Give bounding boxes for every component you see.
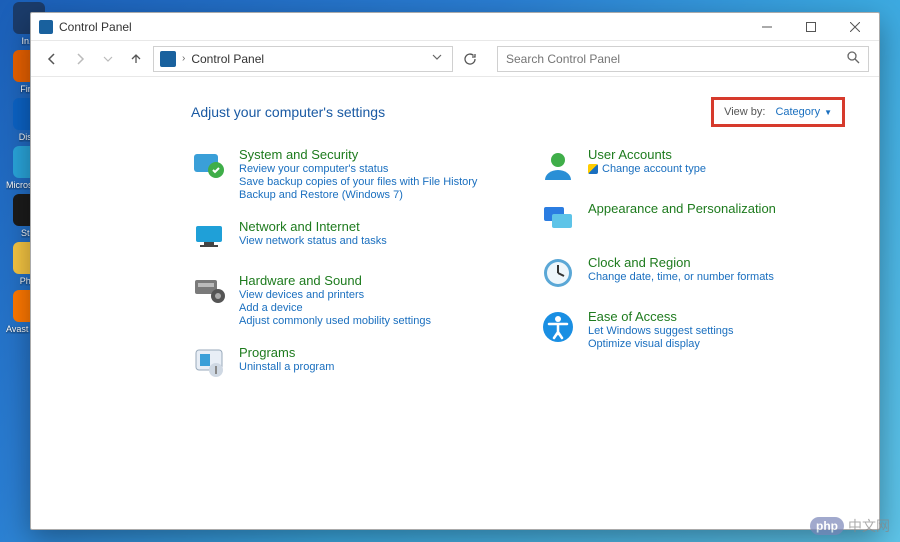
category-sublink[interactable]: Save backup copies of your files with Fi… xyxy=(239,176,477,188)
close-button[interactable] xyxy=(833,13,877,41)
php-logo-icon: php xyxy=(810,517,844,535)
category-sublink[interactable]: View network status and tasks xyxy=(239,235,387,247)
forward-button[interactable] xyxy=(69,48,91,70)
category-sublink[interactable]: Uninstall a program xyxy=(239,361,334,373)
view-by-label: View by: xyxy=(724,106,765,118)
category-link[interactable]: Appearance and Personalization xyxy=(588,201,776,216)
category-texts: Clock and Region Change date, time, or n… xyxy=(588,255,774,283)
watermark: php 中文网 xyxy=(810,516,890,536)
user-accounts-icon xyxy=(540,147,576,183)
address-bar-icon xyxy=(160,51,176,67)
search-icon[interactable] xyxy=(846,50,860,67)
control-panel-icon xyxy=(39,20,53,34)
page-title: Adjust your computer's settings xyxy=(191,104,385,120)
category-link[interactable]: Programs xyxy=(239,345,334,360)
network-internet-icon xyxy=(191,219,227,255)
categories-left: System and Security Review your computer… xyxy=(191,147,500,381)
category-sublink[interactable]: Review your computer's status xyxy=(239,163,477,175)
category-sublink[interactable]: Backup and Restore (Windows 7) xyxy=(239,189,477,201)
shield-icon xyxy=(588,164,598,174)
categories-right: User Accounts Change account type Appear… xyxy=(540,147,849,381)
view-by-value: Category xyxy=(775,106,820,118)
category-sublink[interactable]: Let Windows suggest settings xyxy=(588,325,734,337)
recent-locations-button[interactable] xyxy=(97,48,119,70)
category-link[interactable]: User Accounts xyxy=(588,147,706,162)
appearance-icon xyxy=(540,201,576,237)
window-title: Control Panel xyxy=(59,20,132,34)
category-sublink[interactable]: Optimize visual display xyxy=(588,338,734,350)
address-history-button[interactable] xyxy=(428,52,446,65)
category-link[interactable]: Clock and Region xyxy=(588,255,774,270)
category-texts: Appearance and Personalization xyxy=(588,201,776,216)
category-sublink[interactable]: Change account type xyxy=(588,163,706,175)
category: Clock and Region Change date, time, or n… xyxy=(540,255,849,291)
programs-icon xyxy=(191,345,227,381)
ease-access-icon xyxy=(540,309,576,345)
up-button[interactable] xyxy=(125,48,147,70)
category-link[interactable]: Network and Internet xyxy=(239,219,387,234)
category: Network and Internet View network status… xyxy=(191,219,500,255)
category-texts: Ease of Access Let Windows suggest setti… xyxy=(588,309,734,350)
chevron-down-icon: ▼ xyxy=(824,108,832,117)
search-box[interactable] xyxy=(497,46,869,72)
category: Appearance and Personalization xyxy=(540,201,849,237)
titlebar: Control Panel xyxy=(31,13,879,41)
category-texts: Network and Internet View network status… xyxy=(239,219,387,247)
category-link[interactable]: Ease of Access xyxy=(588,309,734,324)
category: Ease of Access Let Windows suggest setti… xyxy=(540,309,849,350)
control-panel-window: Control Panel xyxy=(30,12,880,530)
refresh-button[interactable] xyxy=(459,48,481,70)
category-sublink[interactable]: Change date, time, or number formats xyxy=(588,271,774,283)
back-button[interactable] xyxy=(41,48,63,70)
category: User Accounts Change account type xyxy=(540,147,849,183)
hardware-sound-icon xyxy=(191,273,227,309)
category-texts: Programs Uninstall a program xyxy=(239,345,334,373)
breadcrumb[interactable]: Control Panel xyxy=(191,52,264,66)
system-security-icon xyxy=(191,147,227,183)
category-link[interactable]: Hardware and Sound xyxy=(239,273,431,288)
search-input[interactable] xyxy=(506,52,846,66)
view-by-dropdown[interactable]: Category ▼ xyxy=(775,106,832,118)
category: System and Security Review your computer… xyxy=(191,147,500,201)
category-sublink[interactable]: Add a device xyxy=(239,302,431,314)
desktop: In...Fir...Dis...Microsoft Ed...St...Ph.… xyxy=(0,0,900,542)
chevron-right-icon: › xyxy=(182,53,185,64)
address-bar[interactable]: › Control Panel xyxy=(153,46,453,72)
maximize-button[interactable] xyxy=(789,13,833,41)
category-texts: Hardware and Sound View devices and prin… xyxy=(239,273,431,327)
category: Hardware and Sound View devices and prin… xyxy=(191,273,500,327)
view-by-highlight: View by: Category ▼ xyxy=(711,97,845,127)
category: Programs Uninstall a program xyxy=(191,345,500,381)
category-link[interactable]: System and Security xyxy=(239,147,477,162)
category-texts: User Accounts Change account type xyxy=(588,147,706,175)
content-area: Adjust your computer's settings View by:… xyxy=(31,77,879,529)
category-sublink[interactable]: View devices and printers xyxy=(239,289,431,301)
navigation-bar: › Control Panel xyxy=(31,41,879,77)
category-texts: System and Security Review your computer… xyxy=(239,147,477,201)
minimize-button[interactable] xyxy=(745,13,789,41)
category-sublink[interactable]: Adjust commonly used mobility settings xyxy=(239,315,431,327)
clock-region-icon xyxy=(540,255,576,291)
